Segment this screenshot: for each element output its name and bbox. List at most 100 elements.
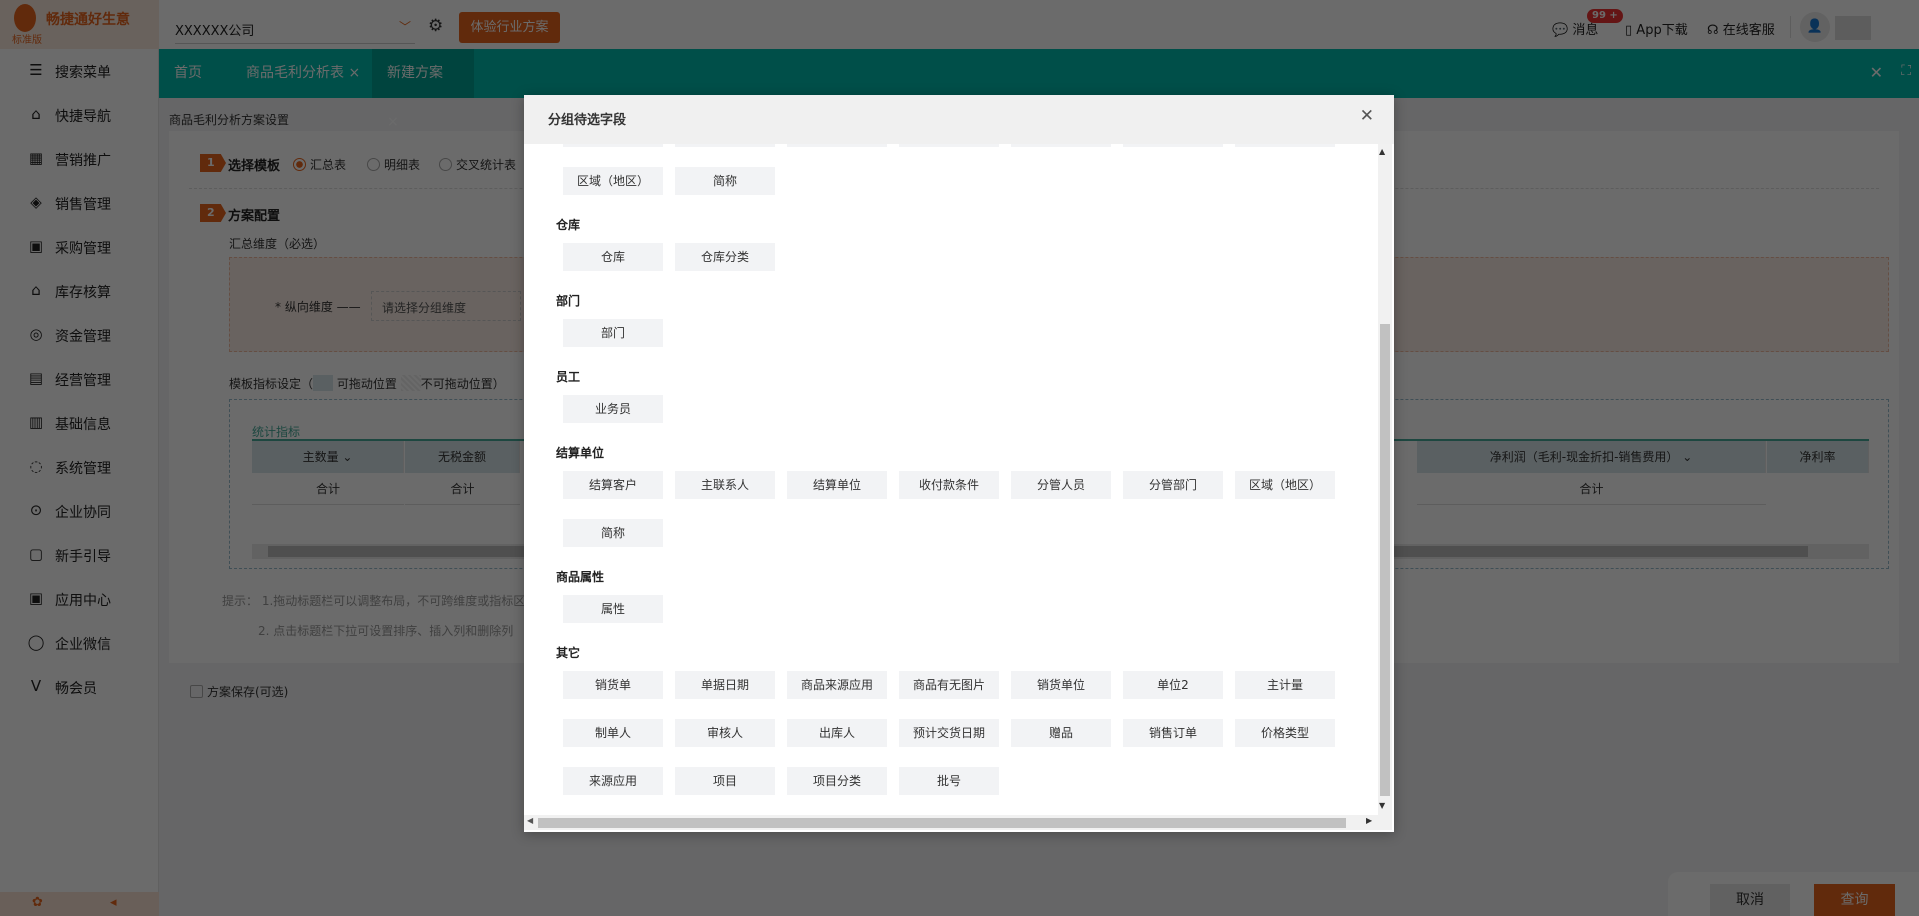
radio-summary[interactable]: 汇总表	[293, 156, 346, 173]
field-button[interactable]: 出库人	[787, 719, 887, 747]
field-button[interactable]: 收付款条件	[899, 471, 999, 499]
field-button[interactable]: 价格类型	[1235, 719, 1335, 747]
field-button[interactable]: 结算单位	[787, 471, 887, 499]
gear-icon[interactable]: ⚙	[428, 16, 443, 36]
field-button[interactable]: 简称	[675, 167, 775, 195]
field-button[interactable]: 销售订单	[1123, 719, 1223, 747]
support-button[interactable]: ☊ 在线客服	[1707, 19, 1775, 38]
section-label: 仓库	[556, 218, 581, 232]
sidebar-item[interactable]: V 畅会员	[0, 667, 159, 707]
vertical-scrollbar-thumb[interactable]	[1380, 324, 1390, 796]
field-button[interactable]: 分管部门	[787, 144, 887, 147]
close-all-icon[interactable]: ✕	[1870, 63, 1883, 82]
sidebar-item[interactable]: ▢ 新手引导	[0, 535, 159, 575]
radio-detail[interactable]: 明细表	[367, 156, 420, 173]
dialog-title: 分组待选字段	[548, 113, 627, 128]
tab-gross-profit-report[interactable]: 商品毛利分析表 ×	[231, 49, 375, 98]
radio-crosstab[interactable]: 交叉统计表	[439, 156, 516, 173]
field-button[interactable]: 单据日期	[675, 671, 775, 699]
field-button[interactable]: 仓库	[563, 243, 663, 271]
column-header[interactable]: 净利润（毛利-现金折扣-销售费用） ⌄	[1417, 441, 1766, 473]
fullscreen-icon[interactable]: ⛶	[1901, 63, 1911, 79]
field-button[interactable]: 简称	[563, 519, 663, 547]
stats-tab[interactable]: 统计指标	[252, 423, 300, 440]
field-row: 属性	[563, 595, 1363, 623]
sidebar-item[interactable]: ☰ 搜索菜单	[0, 51, 159, 91]
field-button[interactable]: 属性	[563, 595, 663, 623]
sidebar-item[interactable]: ▣ 应用中心	[0, 579, 159, 619]
horizontal-scrollbar-thumb[interactable]	[538, 818, 1346, 828]
field-section: 其它 销货单 单据日期 商品来源应用 商品有无图片 销货单位 单位2 主计量 制单人 审核人 出库人…	[556, 643, 1363, 795]
field-button[interactable]: 项目分类	[787, 767, 887, 795]
collapse-icon[interactable]: ◂	[110, 895, 117, 910]
field-button[interactable]: 销货单位	[1011, 671, 1111, 699]
app-download-button[interactable]: ▯ App下载	[1625, 19, 1688, 38]
dimension-title: 汇总维度（必选）	[229, 237, 326, 251]
tab-new-scheme[interactable]: 新建方案 ×	[372, 49, 474, 130]
field-button[interactable]: 客户	[563, 144, 663, 147]
company-select[interactable]: XXXXXX公司 ﹀	[175, 14, 415, 44]
field-button[interactable]: 项目	[675, 767, 775, 795]
column-header[interactable]: 主数量 ⌄	[252, 441, 404, 473]
scroll-down-icon[interactable]: ▼	[1379, 801, 1385, 810]
user-name-blurred[interactable]	[1835, 16, 1871, 40]
scroll-up-icon[interactable]: ▲	[1379, 147, 1385, 156]
sidebar-item[interactable]: ⌂ 库存核算	[0, 271, 159, 311]
field-button[interactable]: 分管部门	[1123, 471, 1223, 499]
section-label: 员工	[556, 370, 581, 384]
sidebar-item[interactable]: ▣ 采购管理	[0, 227, 159, 267]
field-button[interactable]: 区域（地区）	[1235, 471, 1335, 499]
field-button[interactable]: 批号	[899, 767, 999, 795]
dialog-body: 客户客户分类分管部门分管人员主联系人主联系人结算单位区域（地区）简称仓库仓库仓库…	[524, 144, 1376, 815]
section-label: 结算单位	[556, 446, 605, 460]
trial-solution-button[interactable]: 体验行业方案	[459, 12, 560, 43]
field-button[interactable]: 赠品	[1011, 719, 1111, 747]
field-button[interactable]: 销货单	[563, 671, 663, 699]
field-button[interactable]: 主联系人	[675, 471, 775, 499]
field-button[interactable]: 结算单位	[1235, 144, 1335, 147]
field-button[interactable]: 商品有无图片	[899, 671, 999, 699]
logo[interactable]: 畅捷通好生意 标准版	[0, 0, 159, 49]
field-button[interactable]: 客户分类	[675, 144, 775, 147]
scroll-right-icon[interactable]: ▶	[1366, 816, 1372, 825]
close-icon[interactable]: ✕	[1360, 106, 1374, 126]
sidebar-item[interactable]: ⌂ 快捷导航	[0, 95, 159, 135]
avatar[interactable]: 👤	[1800, 12, 1830, 42]
field-button[interactable]: 单位2	[1123, 671, 1223, 699]
field-button[interactable]: 主联系人	[1123, 144, 1223, 147]
field-button[interactable]: 主计量	[1235, 671, 1335, 699]
sidebar-item[interactable]: ▤ 经营管理	[0, 359, 159, 399]
column-header[interactable]: 净利率	[1767, 441, 1869, 473]
query-button[interactable]: 查询	[1814, 884, 1895, 916]
settings-icon[interactable]: ✿	[32, 895, 43, 910]
field-button[interactable]: 分管人员	[899, 144, 999, 147]
save-scheme-checkbox[interactable]: 方案保存(可选)	[190, 683, 288, 700]
metric-settings-title: 模板指标设定（ 可拖动位置 不可拖动位置）	[229, 375, 505, 392]
field-button[interactable]: 区域（地区）	[563, 167, 663, 195]
field-button[interactable]: 来源应用	[563, 767, 663, 795]
phone-icon: ▯	[1625, 23, 1633, 38]
field-button[interactable]: 分管人员	[1011, 471, 1111, 499]
sidebar-item[interactable]: ◎ 资金管理	[0, 315, 159, 355]
field-button[interactable]: 部门	[563, 319, 663, 347]
field-button[interactable]: 制单人	[563, 719, 663, 747]
field-button[interactable]: 业务员	[563, 395, 663, 423]
table-cell: 合计	[252, 473, 404, 505]
field-button[interactable]: 审核人	[675, 719, 775, 747]
field-button[interactable]: 商品来源应用	[787, 671, 887, 699]
column-header[interactable]: 无税金额	[405, 441, 520, 473]
field-button[interactable]: 结算客户	[563, 471, 663, 499]
field-button[interactable]: 仓库分类	[675, 243, 775, 271]
field-button[interactable]: 预计交货日期	[899, 719, 999, 747]
tab-home[interactable]: 首页	[159, 49, 217, 98]
scroll-left-icon[interactable]: ◀	[527, 816, 533, 825]
sidebar-item[interactable]: ▦ 营销推广	[0, 139, 159, 179]
sidebar-item[interactable]: ▥ 基础信息	[0, 403, 159, 443]
cancel-button[interactable]: 取消	[1710, 884, 1790, 916]
sidebar-item[interactable]: ◌ 系统管理	[0, 447, 159, 487]
sidebar-item[interactable]: ◈ 销售管理	[0, 183, 159, 223]
sidebar-item[interactable]: ◯ 企业微信	[0, 623, 159, 663]
sidebar-item[interactable]: ⊙ 企业协同	[0, 491, 159, 531]
dimension-select[interactable]: 请选择分组维度	[371, 291, 521, 321]
field-button[interactable]: 主联系人	[1011, 144, 1111, 147]
